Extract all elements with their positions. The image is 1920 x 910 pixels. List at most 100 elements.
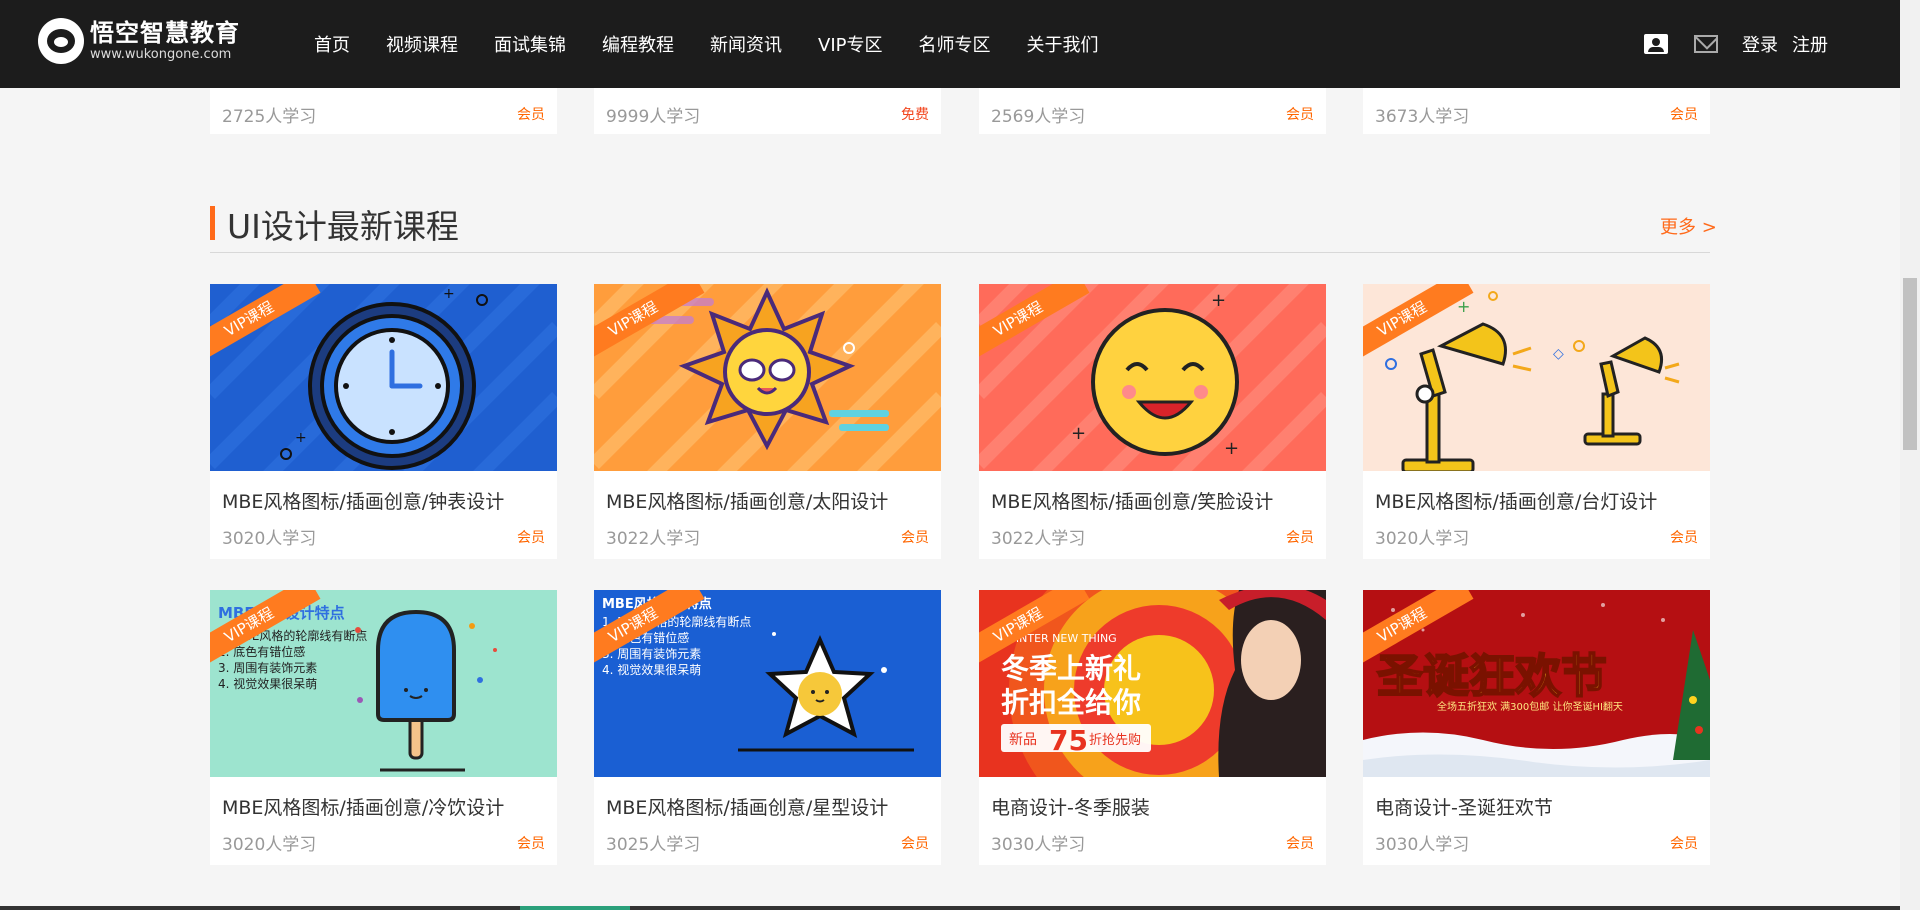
nav-interview[interactable]: 面试集锦 <box>494 31 566 57</box>
learner-count: 9999人学习 <box>606 106 701 127</box>
winter-discount: 折抢先购 <box>1089 732 1141 748</box>
main-nav: 首页 视频课程 面试集锦 编程教程 新闻资讯 VIP专区 名师专区 关于我们 <box>314 0 1134 88</box>
learner-count: 3022人学习 <box>606 529 701 549</box>
course-thumbnail: MBE风格设计特点 1. MBE风格的轮廓线有断点 2. 底色有错位感 3. 周… <box>210 590 557 777</box>
section-title-bar <box>210 206 215 240</box>
header-actions: 登录 注册 <box>1644 0 1900 88</box>
course-title[interactable]: MBE风格图标/插画创意/钟表设计 <box>222 487 504 514</box>
course-meta: 3025人学习 会员 <box>606 830 929 855</box>
member-tag: 会员 <box>517 107 545 123</box>
svg-text:+: + <box>1211 290 1226 311</box>
course-title[interactable]: 电商设计-冬季服装 <box>991 793 1150 820</box>
member-tag: 会员 <box>517 529 545 546</box>
course-title[interactable]: MBE风格图标/插画创意/台灯设计 <box>1375 487 1657 514</box>
mbe-point: 4. 视觉效果很呆萌 <box>602 662 701 677</box>
course-title[interactable]: MBE风格图标/插画创意/冷饮设计 <box>222 793 504 820</box>
partial-course-card[interactable]: 9999人学习 免费 <box>594 88 941 134</box>
course-card-winter[interactable]: WINTER NEW THING 冬季上新礼 折扣全给你 新品 75 折抢先购 … <box>979 590 1326 865</box>
learner-count: 3025人学习 <box>606 835 701 855</box>
mail-icon[interactable] <box>1694 35 1718 53</box>
course-meta: 3030人学习 会员 <box>1375 830 1698 855</box>
login-link[interactable]: 登录 <box>1742 31 1778 57</box>
register-link[interactable]: 注册 <box>1792 31 1828 57</box>
user-icon[interactable] <box>1644 34 1668 54</box>
course-title[interactable]: 电商设计-圣诞狂欢节 <box>1375 793 1553 820</box>
learner-count: 3030人学习 <box>991 835 1086 855</box>
course-meta: 3030人学习 会员 <box>991 830 1314 855</box>
learner-count: 3020人学习 <box>222 529 317 549</box>
course-card-lamp[interactable]: + ◇ VIP课程 MBE风格图标/插画创意/台灯设计 3020人学习 会员 <box>1363 284 1710 559</box>
learner-count: 2569人学习 <box>991 106 1086 127</box>
partial-course-card[interactable]: 2725人学习 会员 <box>210 88 557 134</box>
course-meta: 3020人学习 会员 <box>222 524 545 549</box>
member-tag: 会员 <box>1670 529 1698 546</box>
course-thumbnail: 圣诞狂欢节 全场五折狂欢 满300包邮 让你圣诞HI翻天 VIP课程 <box>1363 590 1710 777</box>
xmas-sub: 全场五折狂欢 满300包邮 让你圣诞HI翻天 <box>1437 700 1623 713</box>
learner-count: 3030人学习 <box>1375 835 1470 855</box>
learner-count: 3673人学习 <box>1375 106 1470 127</box>
footer-edge <box>0 906 1900 910</box>
mbe-point: 4. 视觉效果很呆萌 <box>218 676 317 691</box>
nav-about[interactable]: 关于我们 <box>1026 31 1098 57</box>
course-thumbnail: WINTER NEW THING 冬季上新礼 折扣全给你 新品 75 折抢先购 … <box>979 590 1326 777</box>
course-title[interactable]: MBE风格图标/插画创意/笑脸设计 <box>991 487 1273 514</box>
section-title: UI设计最新课程 <box>227 207 459 246</box>
site-header: 悟空智慧教育 www.wukongone.com 首页 视频课程 面试集锦 编程… <box>0 0 1900 88</box>
course-meta: 3022人学习 会员 <box>606 524 929 549</box>
member-tag: 会员 <box>1670 107 1698 123</box>
monkey-logo-icon <box>38 18 84 64</box>
course-card-star[interactable]: MBE风格设计特点 1. MBE风格的轮廓线有断点 2. 底色有错位感 3. 周… <box>594 590 941 865</box>
member-tag: 会员 <box>1670 835 1698 852</box>
nav-home[interactable]: 首页 <box>314 31 350 57</box>
course-card-christmas[interactable]: 圣诞狂欢节 全场五折狂欢 满300包邮 让你圣诞HI翻天 VIP课程 电商设计-… <box>1363 590 1710 865</box>
winter-num: 75 <box>1049 724 1088 757</box>
learner-count: 3020人学习 <box>222 835 317 855</box>
learner-count: 2725人学习 <box>222 106 317 127</box>
course-card-sun[interactable]: VIP课程 MBE风格图标/插画创意/太阳设计 3022人学习 会员 <box>594 284 941 559</box>
logo[interactable]: 悟空智慧教育 www.wukongone.com <box>38 18 240 64</box>
nav-vip[interactable]: VIP专区 <box>818 31 882 57</box>
winter-line1: 冬季上新礼 <box>1001 652 1141 685</box>
card-meta: 3673人学习 会员 <box>1375 102 1698 127</box>
partial-course-card[interactable]: 3673人学习 会员 <box>1363 88 1710 134</box>
course-thumbnail: + ◇ VIP课程 <box>1363 284 1710 471</box>
more-link[interactable]: 更多 > <box>1660 213 1717 239</box>
nav-news[interactable]: 新闻资讯 <box>710 31 782 57</box>
member-tag: 会员 <box>517 835 545 852</box>
scrollbar-thumb[interactable] <box>1903 278 1917 450</box>
svg-text:◇: ◇ <box>1553 346 1564 362</box>
nav-video-courses[interactable]: 视频课程 <box>386 31 458 57</box>
logo-url: www.wukongone.com <box>90 47 232 62</box>
course-title[interactable]: MBE风格图标/插画创意/星型设计 <box>606 793 888 820</box>
partial-course-card[interactable]: 2569人学习 会员 <box>979 88 1326 134</box>
course-meta: 3020人学习 会员 <box>222 830 545 855</box>
course-thumbnail: MBE风格设计特点 1. MBE风格的轮廓线有断点 2. 底色有错位感 3. 周… <box>594 590 941 777</box>
course-thumbnail: + + + VIP课程 <box>979 284 1326 471</box>
svg-text:+: + <box>1071 423 1086 444</box>
scrollbar[interactable] <box>1900 0 1920 910</box>
card-meta: 2725人学习 会员 <box>222 102 545 127</box>
learner-count: 3020人学习 <box>1375 529 1470 549</box>
course-meta: 3020人学习 会员 <box>1375 524 1698 549</box>
member-tag: 会员 <box>1286 529 1314 546</box>
member-tag: 会员 <box>1286 835 1314 852</box>
course-card-smiley[interactable]: + + + VIP课程 MBE风格图标/插画创意/笑脸设计 3022人学习 会员 <box>979 284 1326 559</box>
nav-teachers[interactable]: 名师专区 <box>918 31 990 57</box>
member-tag: 会员 <box>1286 107 1314 123</box>
winter-line2: 折扣全给你 <box>1001 686 1141 719</box>
course-thumbnail: + + VIP课程 <box>210 284 557 471</box>
xmas-title: 圣诞狂欢节 <box>1377 649 1607 703</box>
svg-text:+: + <box>295 430 307 446</box>
logo-text: 悟空智慧教育 www.wukongone.com <box>90 19 240 63</box>
free-tag: 免费 <box>901 107 929 123</box>
learner-count: 3022人学习 <box>991 529 1086 549</box>
course-card-clock[interactable]: + + VIP课程 MBE风格图标/插画创意/钟表设计 3020人学习 会员 <box>210 284 557 559</box>
member-tag: 会员 <box>901 529 929 546</box>
course-card-popsicle[interactable]: MBE风格设计特点 1. MBE风格的轮廓线有断点 2. 底色有错位感 3. 周… <box>210 590 557 865</box>
svg-text:+: + <box>1224 438 1239 459</box>
winter-new: 新品 <box>1009 732 1037 748</box>
course-title[interactable]: MBE风格图标/插画创意/太阳设计 <box>606 487 888 514</box>
nav-programming[interactable]: 编程教程 <box>602 31 674 57</box>
svg-text:+: + <box>443 286 455 302</box>
member-tag: 会员 <box>901 835 929 852</box>
